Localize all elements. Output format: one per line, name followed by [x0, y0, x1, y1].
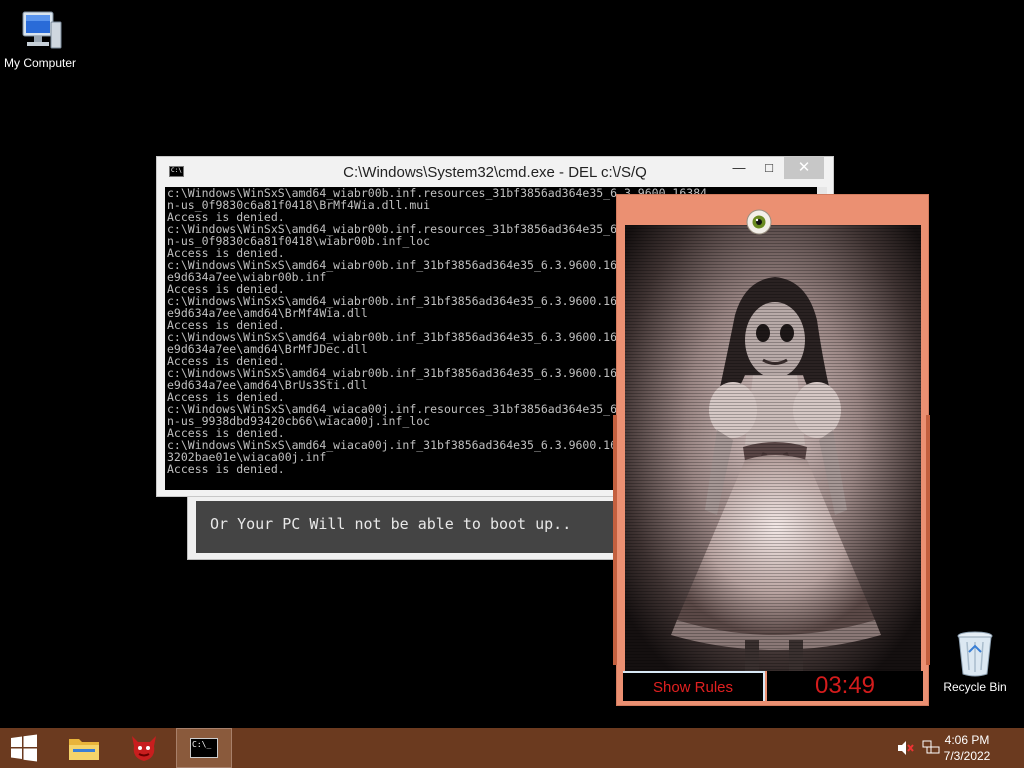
- minimize-button[interactable]: —: [724, 157, 754, 179]
- show-rules-button[interactable]: Show Rules: [623, 671, 765, 701]
- recycle-bin-icon: [957, 631, 993, 677]
- demon-icon: [132, 736, 156, 761]
- my-computer-desktop-icon[interactable]: My Computer: [0, 10, 80, 70]
- creepy-doll-image: [625, 225, 921, 671]
- horror-popup-window: Show Rules 03:49: [613, 194, 930, 706]
- cmd-title-bar[interactable]: C:\ C:\Windows\System32\cmd.exe - DEL c:…: [157, 157, 833, 185]
- countdown-timer: 03:49: [767, 671, 923, 701]
- eyeball-icon: [746, 209, 772, 235]
- frame-strip-left: [613, 415, 617, 665]
- file-explorer-taskbar-button[interactable]: [56, 728, 112, 768]
- clock-time: 4:06 PM: [944, 733, 990, 747]
- close-button[interactable]: ✕: [784, 157, 824, 179]
- windows-logo-icon: [11, 734, 37, 762]
- computer-icon: [22, 11, 62, 49]
- cmd-taskbar-button[interactable]: C:\_: [176, 728, 232, 768]
- clock-date: 7/3/2022: [943, 749, 991, 763]
- red-demon-app-taskbar-button[interactable]: [116, 728, 172, 768]
- volume-muted-icon[interactable]: [896, 740, 914, 768]
- maximize-button[interactable]: □: [754, 157, 784, 179]
- recycle-bin-label: Recycle Bin: [943, 680, 1007, 694]
- taskbar: C:\_ 4:06 PM 7/3/2022: [0, 728, 1024, 768]
- start-button[interactable]: [0, 728, 56, 768]
- cmd-taskbar-icon: C:\_: [190, 738, 218, 758]
- folder-icon: [69, 739, 99, 760]
- warning-message: Or Your PC Will not be able to boot up..: [196, 501, 628, 553]
- taskbar-clock[interactable]: 4:06 PM 7/3/2022: [932, 732, 1002, 768]
- frame-strip-right: [926, 415, 930, 665]
- my-computer-label: My Computer: [3, 56, 77, 70]
- recycle-bin-desktop-icon[interactable]: Recycle Bin: [935, 630, 1015, 694]
